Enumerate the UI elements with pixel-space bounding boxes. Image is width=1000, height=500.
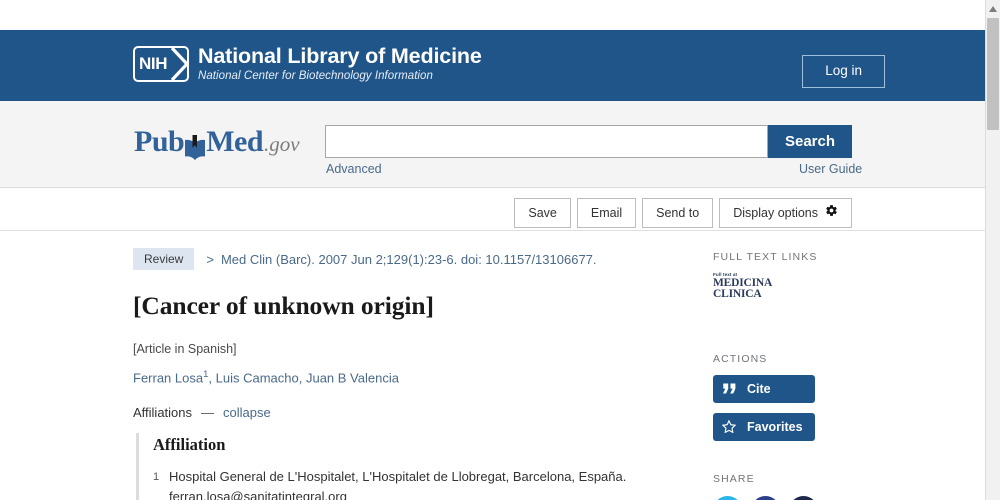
actions-heading: ACTIONS [713,352,768,365]
send-to-button[interactable]: Send to [642,198,714,228]
collapse-link[interactable]: collapse [223,405,271,420]
nih-logo[interactable]: NIH National Library of Medicine Nationa… [133,44,482,83]
nih-title: National Library of Medicine [198,44,482,68]
author-name[interactable]: Ferran Losa [133,370,203,385]
article-action-toolbar: Save Email Send to Display options [0,189,985,231]
login-button[interactable]: Log in [802,55,885,88]
affiliation-number: 1 [153,470,160,483]
collapse-dash-icon: — [201,404,215,420]
affiliation-item: 1 Hospital General de L'Hospitalet, L'Ho… [153,467,688,500]
star-icon [722,420,736,434]
search-input[interactable] [326,126,767,157]
nih-title-block: National Library of Medicine National Ce… [198,44,482,83]
medicina-clinica-line2: CLINICA [713,287,762,300]
affiliation-text: Hospital General de L'Hospitalet, L'Hosp… [169,467,626,500]
citation-row: Review > Med Clin (Barc). 2007 Jun 2;129… [133,248,688,271]
affiliations-toggle: Affiliations — collapse [133,405,688,420]
affiliation-address: Hospital General de L'Hospitalet, L'Hosp… [169,468,627,484]
favorites-button-label: Favorites [747,419,803,434]
journal-citation[interactable]: Med Clin (Barc). 2007 Jun 2;129(1):23-6.… [221,252,597,267]
nih-header: NIH National Library of Medicine Nationa… [0,30,985,101]
affiliation-block: Affiliation 1 Hospital General de L'Hosp… [136,432,688,500]
toolbar-buttons: Save Email Send to Display options [514,198,852,228]
book-icon [184,135,206,161]
save-button[interactable]: Save [514,198,571,228]
pubmed-logo[interactable]: Pub Med .gov [134,125,300,161]
search-button[interactable]: Search [768,125,852,158]
email-button-label: Email [590,205,623,220]
affiliation-heading: Affiliation [153,434,226,454]
chevron-right-icon: > [206,251,214,267]
gear-icon [825,204,838,222]
quote-icon [722,383,736,394]
facebook-share-icon[interactable] [751,495,780,500]
page-title: [Cancer of unknown origin] [133,291,434,321]
journal-citation-details: . 2007 Jun 2;129(1):23-6. doi: 10.1157/1… [311,251,597,267]
cite-button[interactable]: Cite [713,374,815,403]
search-input-wrapper[interactable] [325,125,768,158]
article-main-column: Review > Med Clin (Barc). 2007 Jun 2;129… [133,231,688,500]
author-name[interactable]: Juan B Valencia [306,370,399,385]
share-buttons [713,495,913,500]
cite-button-label: Cite [747,381,771,396]
advanced-search-link[interactable]: Advanced [326,162,382,176]
affiliation-email: ferran.losa@sanitatintegral.org [169,488,347,500]
share-heading: SHARE [713,472,755,485]
article-content: Review > Med Clin (Barc). 2007 Jun 2;129… [0,231,985,500]
article-sidebar: FULL TEXT LINKS Full text at MEDICINA CL… [713,231,913,500]
scrollbar-thumb[interactable] [987,18,999,130]
permalink-share-icon[interactable] [789,495,818,500]
author-separator: , [208,370,216,386]
nih-subtitle: National Center for Biotechnology Inform… [198,70,433,83]
author-list: Ferran Losa1, Luis Camacho, Juan B Valen… [133,368,688,388]
scrollbar-up-arrow-icon[interactable] [986,0,1000,17]
nih-badge-icon: NIH [133,45,190,82]
full-text-links-heading: FULL TEXT LINKS [713,251,818,263]
vertical-scrollbar[interactable] [985,0,1000,500]
journal-name: Med Clin (Barc) [220,251,312,267]
pubmed-logo-gov: .gov [264,132,300,156]
article-language-note: [Article in Spanish] [133,341,237,356]
display-options-button[interactable]: Display options [719,198,852,228]
nih-badge-label: NIH [139,53,168,73]
twitter-share-icon[interactable] [713,495,742,500]
medicina-clinica-link[interactable]: Full text at MEDICINA CLINICA [713,272,777,300]
pubmed-logo-med: Med [206,125,264,158]
pubmed-logo-pub: Pub [134,125,185,158]
author-name[interactable]: Luis Camacho [216,370,299,385]
pubmed-search-bar: Pub Med .gov Search Advanced User Guide [0,101,985,188]
medicina-clinica-line1: MEDICINA [713,276,773,289]
favorites-button[interactable]: Favorites [713,412,815,441]
pubmed-article-page: NIH National Library of Medicine Nationa… [0,0,1000,500]
nih-chevron-icon [170,46,190,81]
email-button[interactable]: Email [576,198,637,228]
author-separator: , [298,370,306,386]
save-button-label: Save [528,205,557,220]
send-to-button-label: Send to [656,205,700,220]
user-guide-link[interactable]: User Guide [799,162,862,176]
affiliations-label: Affiliations [133,404,193,420]
publication-type-badge[interactable]: Review [133,248,195,271]
display-options-label: Display options [733,205,818,220]
